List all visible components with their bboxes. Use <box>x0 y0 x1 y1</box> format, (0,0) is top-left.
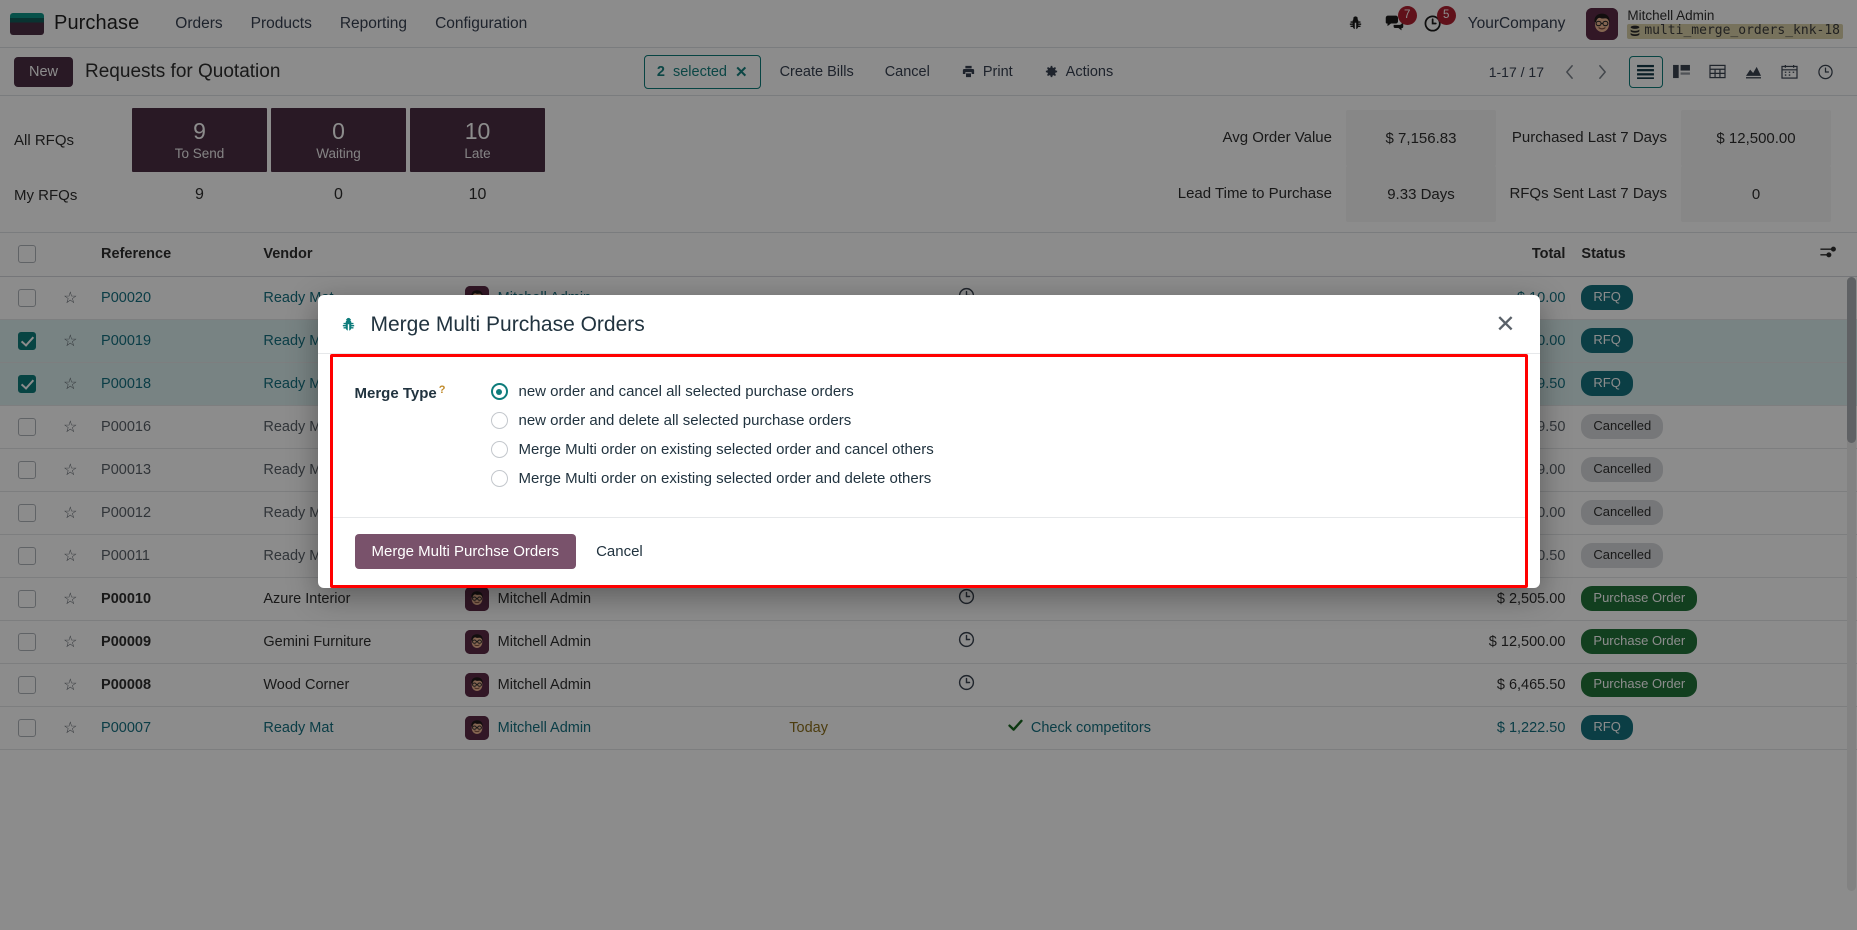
merge-type-option-label: Merge Multi order on existing selected o… <box>518 441 934 458</box>
dialog-title: Merge Multi Purchase Orders <box>370 313 645 336</box>
radio-button[interactable] <box>490 441 508 458</box>
merge-type-label-text: Merge Type <box>354 385 437 402</box>
bug-icon <box>340 316 357 334</box>
dialog-body: Merge Type ? new order and cancel all se… <box>333 357 1525 517</box>
radio-button[interactable] <box>490 412 508 429</box>
radio-button[interactable] <box>490 383 508 400</box>
merge-type-option-label: new order and delete all selected purcha… <box>518 412 852 429</box>
dialog-cancel-button[interactable]: Cancel <box>584 534 655 569</box>
odoo-purchase-app: Purchase Orders Products Reporting Confi… <box>0 0 1857 930</box>
radio-button[interactable] <box>490 470 508 487</box>
merge-type-option-label: Merge Multi order on existing selected o… <box>518 470 932 487</box>
help-icon[interactable]: ? <box>439 385 446 396</box>
merge-type-option-4[interactable]: Merge Multi order on existing selected o… <box>490 470 934 487</box>
merge-type-option-2[interactable]: new order and delete all selected purcha… <box>490 412 934 429</box>
merge-type-option-label: new order and cancel all selected purcha… <box>518 383 854 400</box>
merge-type-label: Merge Type ? <box>354 383 487 403</box>
merge-type-option-1[interactable]: new order and cancel all selected purcha… <box>490 383 934 400</box>
merge-type-radio-group: new order and cancel all selected purcha… <box>487 383 934 487</box>
merge-orders-dialog: Merge Multi Purchase Orders ✕ Merge Type… <box>317 295 1540 588</box>
dialog-footer: Merge Multi Purchse Orders Cancel <box>332 517 1525 585</box>
merge-confirm-button[interactable]: Merge Multi Purchse Orders <box>354 534 577 569</box>
highlight-box: Merge Type ? new order and cancel all se… <box>329 354 1528 588</box>
close-icon[interactable]: ✕ <box>1493 313 1517 337</box>
dialog-header: Merge Multi Purchase Orders ✕ <box>317 295 1540 354</box>
merge-orders-dialog-layer: Merge Multi Purchase Orders ✕ Merge Type… <box>0 0 1857 930</box>
merge-type-option-3[interactable]: Merge Multi order on existing selected o… <box>490 441 934 458</box>
merge-type-field: Merge Type ? new order and cancel all se… <box>355 383 1503 487</box>
